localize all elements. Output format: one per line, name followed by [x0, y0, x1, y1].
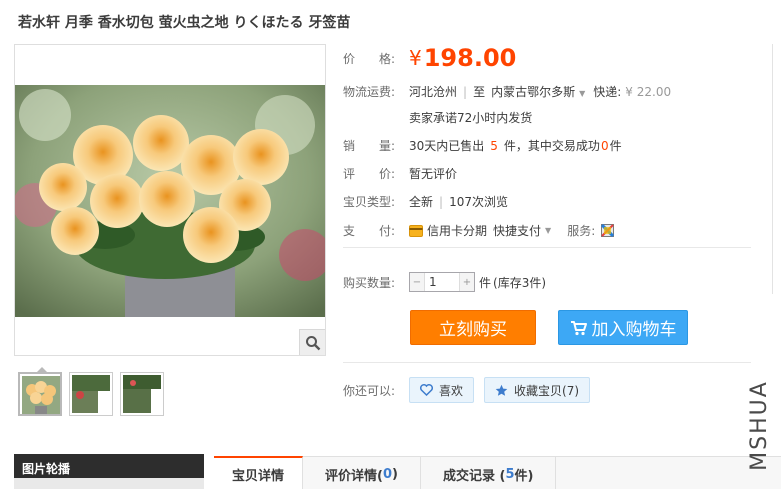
- payment-label: 支 付:: [343, 224, 396, 238]
- shipping-divider: |: [463, 84, 468, 99]
- rating-row: 评 价: 暂无评价: [343, 165, 457, 182]
- price-row: 价 格: ¥ 198.00: [343, 44, 516, 72]
- tab-reviews-label: 评价详情(: [325, 468, 383, 484]
- rating-label: 评 价:: [343, 167, 396, 181]
- tab-transactions-suffix: 件): [514, 468, 534, 484]
- right-edge-divider: [772, 44, 773, 294]
- quantity-row: 购买数量: − + 件 (库存3件): [343, 272, 546, 292]
- price-currency: ¥: [409, 46, 422, 70]
- tab-reviews-suffix: ): [392, 466, 398, 482]
- social-label: 你还可以:: [343, 383, 396, 398]
- quantity-increase-button[interactable]: +: [460, 273, 474, 291]
- sales-text-3: 件: [609, 139, 622, 153]
- product-title: 若水轩 月季 香水切包 萤火虫之地 りくほたる 牙签苗: [18, 15, 351, 31]
- quantity-input[interactable]: [424, 273, 460, 291]
- heart-icon: [420, 384, 433, 396]
- image-carousel-panel: 图片轮播: [14, 454, 204, 489]
- express-label: 快递:: [593, 85, 622, 99]
- tab-transactions-label: 成交记录 (: [442, 468, 506, 484]
- favorite-button[interactable]: 收藏宝贝(7): [484, 377, 591, 403]
- thumbnail-3[interactable]: [120, 372, 164, 416]
- add-to-cart-button[interactable]: 加入购物车: [558, 310, 688, 345]
- thumbnail-3-image: [123, 375, 161, 413]
- item-type-divider: |: [439, 194, 444, 209]
- service-guarantee-icon[interactable]: [601, 224, 615, 237]
- thumbnail-1[interactable]: [18, 367, 62, 416]
- sales-text-1: 30天内已售出: [409, 139, 485, 153]
- express-fee: ¥ 22.00: [625, 84, 672, 99]
- item-type-label: 宝贝类型:: [343, 195, 396, 209]
- main-product-image-frame: [14, 44, 326, 356]
- main-product-photo: [15, 85, 325, 317]
- magnifier-icon: [305, 335, 320, 350]
- chevron-down-icon: ▼: [579, 89, 586, 98]
- thumbnail-1-image: [22, 376, 60, 414]
- quantity-unit: 件: [479, 275, 492, 290]
- item-type-row: 宝贝类型: 全新 | 107次浏览: [343, 193, 508, 210]
- tab-transactions[interactable]: 成交记录 (5 件): [421, 457, 557, 489]
- divider: [343, 362, 751, 363]
- payment-row: 支 付: 信用卡分期 快捷支付 ▼ 服务:: [343, 222, 615, 239]
- thumbnail-active-arrow: [36, 367, 48, 373]
- quick-pay-link[interactable]: 快捷支付: [493, 222, 541, 239]
- divider: [343, 247, 751, 248]
- sales-label: 销 量:: [343, 139, 396, 153]
- shipping-from: 河北沧州: [409, 85, 458, 99]
- service-label: 服务:: [567, 224, 596, 238]
- tab-transactions-count: 5: [505, 466, 515, 482]
- item-condition: 全新: [409, 195, 434, 209]
- thumbnail-2[interactable]: [69, 372, 113, 416]
- shipping-row: 物流运费: 河北沧州 | 至 内蒙古鄂尔多斯 ▼ 快递: ¥ 22.00: [343, 83, 671, 100]
- like-label: 喜欢: [439, 383, 464, 398]
- tab-item-details[interactable]: 宝贝详情: [214, 456, 304, 489]
- watermark-text: MSHUA: [746, 379, 772, 471]
- image-carousel-title: 图片轮播: [22, 462, 71, 476]
- tab-reviews[interactable]: 评价详情(0): [303, 457, 421, 489]
- add-to-cart-label: 加入购物车: [591, 320, 677, 340]
- credit-card-installment-link[interactable]: 信用卡分期: [427, 222, 487, 239]
- stock-count: (库存3件): [493, 275, 547, 290]
- tab-reviews-count: 0: [382, 466, 393, 482]
- quantity-stepper: − +: [409, 272, 475, 292]
- watermark: MSHUA: [742, 372, 776, 478]
- star-icon: [495, 384, 508, 396]
- view-count: 107次浏览: [449, 195, 508, 209]
- chevron-down-icon[interactable]: ▼: [545, 226, 551, 235]
- image-carousel-body: [14, 478, 204, 489]
- shipping-destination-select[interactable]: 内蒙古鄂尔多斯 ▼: [491, 83, 593, 100]
- cart-icon: [570, 320, 587, 335]
- zoom-button[interactable]: [299, 329, 325, 355]
- credit-card-icon: [409, 224, 423, 237]
- sales-text-2: 件，其中交易成功: [503, 139, 600, 153]
- sales-row: 销 量: 30天内已售出 5 件，其中交易成功 0 件: [343, 137, 622, 154]
- buy-now-label: 立刻购买: [439, 320, 507, 340]
- sold-count: 5: [490, 138, 498, 153]
- quantity-decrease-button[interactable]: −: [410, 273, 424, 291]
- social-row: 你还可以: 喜欢 收藏宝贝(7): [343, 377, 591, 403]
- success-count: 0: [600, 138, 609, 153]
- shipping-to-prefix: 至: [473, 85, 486, 99]
- shipping-to: 内蒙古鄂尔多斯: [491, 85, 576, 99]
- like-button[interactable]: 喜欢: [409, 377, 475, 403]
- rating-value: 暂无评价: [409, 167, 458, 181]
- shipping-label: 物流运费:: [343, 85, 396, 99]
- buy-now-button[interactable]: 立刻购买: [410, 310, 536, 345]
- quantity-label: 购买数量:: [343, 275, 396, 290]
- detail-tabs: 宝贝详情 评价详情(0) 成交记录 (5 件): [214, 456, 781, 489]
- price-value: 198.00: [423, 44, 517, 72]
- price-label: 价 格:: [343, 51, 396, 66]
- thumbnail-strip: [18, 367, 164, 416]
- favorite-label: 收藏宝贝(7): [514, 383, 580, 398]
- shipping-promise: 卖家承诺72小时内发货: [409, 111, 533, 125]
- thumbnail-2-image: [72, 375, 110, 413]
- tab-item-details-label: 宝贝详情: [232, 468, 285, 484]
- shipping-promise-row: 卖家承诺72小时内发货: [409, 109, 532, 126]
